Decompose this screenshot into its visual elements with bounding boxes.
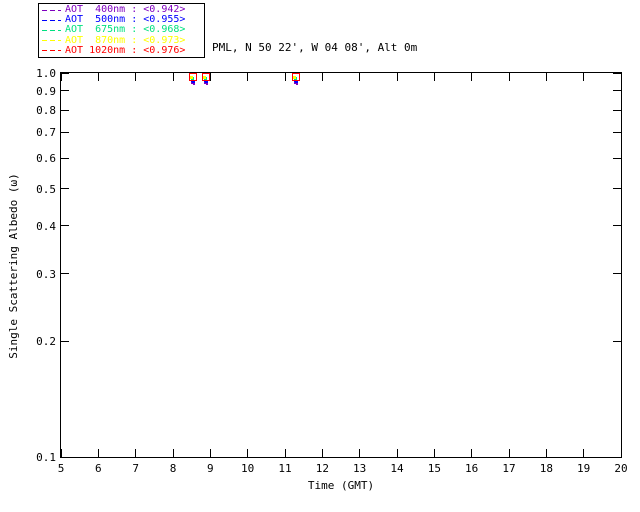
chart-title: PML, N 50 22', W 04 08', Alt 0m [212,41,418,54]
x-tick-major [321,449,323,457]
y-tick-major [613,188,621,190]
y-axis-title: Single Scattering Albedo (ω) [7,173,20,359]
y-tick-label: 0.5 [36,182,56,196]
data-point-500nm [205,80,208,83]
data-point-1020nm [201,73,210,82]
legend-line-sample [42,19,61,21]
x-tick-major [433,73,435,81]
x-tick-label: 17 [502,462,516,475]
legend-line-sample [42,29,61,31]
data-point-400nm [205,83,208,86]
y-tick-label: 0.7 [36,126,56,140]
x-tick-major [396,73,398,81]
y-tick-label: 0.3 [36,267,56,281]
x-tick-major [60,73,62,81]
legend-label: AOT 1020nm : <0.976> [65,44,186,56]
x-tick-major [172,73,174,81]
x-tick-label: 7 [132,462,139,475]
x-tick-label: 13 [353,462,367,475]
x-tick-major [583,449,585,457]
x-tick-major [97,73,99,81]
x-tick-major [508,73,510,81]
x-tick-major [321,73,323,81]
y-tick-label: 0.9 [36,84,56,98]
x-tick-major [545,449,547,457]
x-tick-label: 10 [241,462,255,475]
y-tick-label: 0.1 [36,451,56,464]
y-tick-major [61,188,69,190]
x-tick-major [583,73,585,81]
y-tick-label: 0.8 [36,104,56,118]
y-tick-major [61,273,69,275]
plot-area [60,72,622,458]
x-tick-label: 12 [315,462,329,475]
y-tick-label: 0.2 [36,335,56,349]
x-tick-label: 19 [577,462,591,475]
data-point-1020nm [291,72,300,81]
x-tick-major [396,449,398,457]
x-tick-label: 20 [614,462,628,475]
data-point-1020nm [188,73,197,82]
y-tick-major [613,456,621,458]
y-tick-major [61,456,69,458]
legend-line-sample [42,50,61,52]
y-tick-major [61,72,69,74]
x-tick-label: 18 [539,462,553,475]
x-tick-major [135,449,137,457]
x-tick-major [135,73,137,81]
y-tick-label: 0.4 [36,219,56,233]
x-tick-label: 14 [390,462,404,475]
y-tick-major [613,157,621,159]
y-tick-major [613,90,621,92]
legend-label: AOT 675nm : <0.968> [65,24,186,36]
y-tick-major [613,72,621,74]
x-tick-major [209,449,211,457]
x-tick-major [359,73,361,81]
x-tick-label: 6 [95,462,102,475]
y-tick-major [61,131,69,133]
data-point-500nm [192,80,195,83]
x-tick-major [284,73,286,81]
y-tick-major [613,340,621,342]
x-tick-label: 16 [465,462,479,475]
y-tick-major [613,273,621,275]
legend-row: AOT 1020nm : <0.976> [42,44,201,56]
data-point-400nm [192,83,195,86]
x-tick-major [247,449,249,457]
x-tick-major [545,73,547,81]
x-tick-major [471,449,473,457]
y-tick-label: 1.0 [36,67,56,80]
x-tick-major [172,449,174,457]
data-point-400nm [295,83,298,86]
y-tick-major [61,90,69,92]
x-tick-major [97,449,99,457]
y-tick-major [613,109,621,111]
x-axis-title: Time (GMT) [307,479,375,492]
y-tick-major [61,225,69,227]
x-tick-label: 15 [427,462,441,475]
x-tick-major [433,449,435,457]
x-tick-label: 9 [207,462,214,475]
y-tick-major [61,109,69,111]
y-tick-major [613,131,621,133]
legend-row: AOT 675nm : <0.968> [42,25,201,35]
y-tick-label: 0.6 [36,152,56,166]
x-tick-major [508,449,510,457]
y-tick-major [61,340,69,342]
x-tick-major [284,449,286,457]
legend-line-sample [42,40,61,42]
x-tick-label: 11 [278,462,292,475]
x-tick-major [209,73,211,81]
x-tick-major [471,73,473,81]
x-tick-major [247,73,249,81]
legend-box: AOT 400nm : <0.942> AOT 500nm : <0.955> AO… [38,3,205,58]
y-tick-major [613,225,621,227]
x-tick-label: 8 [169,462,177,475]
y-tick-major [61,157,69,159]
chart-canvas: AOT 400nm : <0.942> AOT 500nm : <0.955> AO… [0,0,640,512]
data-point-500nm [295,80,298,83]
legend-line-sample [42,9,61,11]
x-tick-major [620,73,622,81]
x-tick-major [359,449,361,457]
